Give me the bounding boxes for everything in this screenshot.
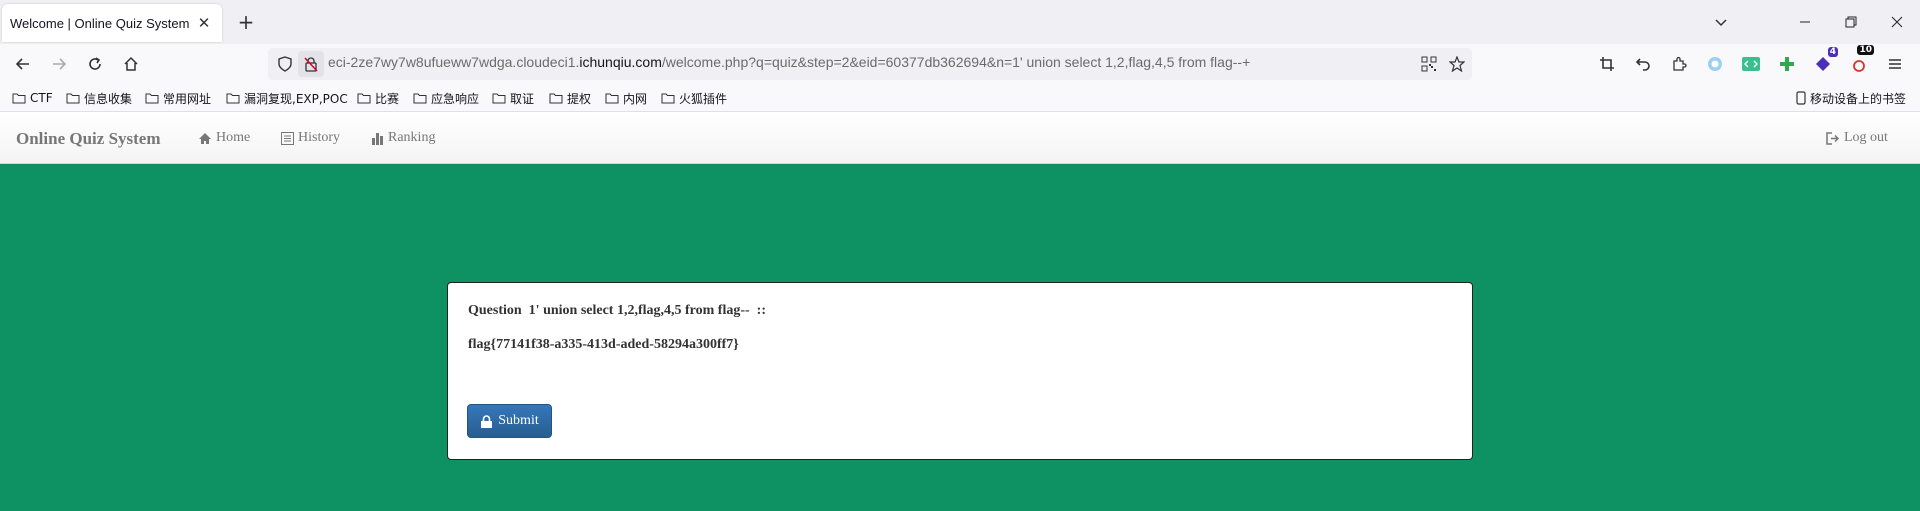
submit-label: Submit	[498, 413, 539, 428]
bookmark-folder[interactable]: CTF	[12, 88, 53, 108]
green-plus-extension-icon[interactable]	[1774, 51, 1800, 77]
folder-icon	[413, 93, 427, 104]
bookmark-folder[interactable]: 提权	[549, 88, 591, 108]
folder-icon	[492, 93, 506, 104]
circle-extension-icon[interactable]	[1702, 51, 1728, 77]
bookmark-folder[interactable]: 取证	[492, 88, 534, 108]
list-alt-icon	[281, 131, 294, 145]
browser-tab[interactable]: Welcome | Online Quiz System ✕	[2, 4, 222, 42]
mobile-phone-icon	[1796, 91, 1806, 105]
code-extension-icon[interactable]	[1738, 51, 1764, 77]
bookmark-folder[interactable]: 比赛	[357, 88, 399, 108]
forward-arrow-icon[interactable]	[46, 51, 72, 77]
folder-icon	[12, 93, 26, 104]
purple-extension-icon[interactable]: 4	[1810, 47, 1838, 77]
bookmark-folder[interactable]: 火狐插件	[661, 88, 727, 108]
bookmark-star-icon[interactable]	[1444, 51, 1470, 77]
question-text: Question 1' union select 1,2,flag,4,5 fr…	[468, 303, 766, 318]
reload-icon[interactable]	[82, 51, 108, 77]
stats-bar-icon	[372, 132, 383, 145]
qr-code-icon[interactable]	[1416, 51, 1442, 77]
restore-icon[interactable]	[1836, 8, 1866, 36]
folder-icon	[66, 93, 80, 104]
url-text[interactable]: eci-2ze7wy7w8ufueww7wdga.cloudeci1.ichun…	[328, 54, 1250, 70]
bookmark-folder[interactable]: 内网	[605, 88, 647, 108]
nav-home-link[interactable]: Home	[198, 130, 250, 146]
folder-icon	[145, 93, 159, 104]
shield-icon[interactable]	[272, 51, 298, 77]
folder-icon	[357, 93, 371, 104]
minimize-icon[interactable]	[1790, 8, 1820, 36]
lock-icon	[481, 414, 493, 428]
nav-logout-link[interactable]: Log out	[1826, 130, 1888, 146]
extension-badge: 4	[1827, 47, 1838, 57]
log-out-icon	[1826, 131, 1840, 145]
answer-option-text: flag{77141f38-a335-413d-aded-58294a300ff…	[468, 337, 739, 352]
submit-button[interactable]: Submit	[467, 404, 552, 438]
undo-icon[interactable]	[1630, 51, 1656, 77]
insecure-lock-icon[interactable]	[298, 51, 324, 77]
nav-history-link[interactable]: History	[281, 130, 340, 146]
tab-list-chevron-icon[interactable]	[1706, 8, 1736, 36]
site-brand[interactable]: Online Quiz System	[16, 129, 161, 149]
nav-ranking-link[interactable]: Ranking	[371, 130, 435, 146]
extension-badge: 10	[1857, 45, 1874, 55]
tab-close-icon[interactable]: ✕	[194, 13, 214, 33]
bookmark-folder[interactable]: 信息收集	[66, 88, 132, 108]
bookmark-folder[interactable]: 应急响应	[413, 88, 479, 108]
close-window-icon[interactable]	[1882, 8, 1912, 36]
new-tab-icon[interactable]: +	[234, 10, 258, 34]
bookmark-folder[interactable]: 漏洞复现,EXP,POC	[226, 88, 348, 108]
home-icon[interactable]	[118, 51, 144, 77]
puzzle-extension-icon[interactable]	[1666, 51, 1692, 77]
home-icon	[199, 132, 211, 144]
red-extension-icon[interactable]: 10	[1846, 45, 1874, 77]
back-arrow-icon[interactable]	[10, 51, 36, 77]
mobile-bookmarks[interactable]: 移动设备上的书签	[1796, 88, 1906, 108]
folder-icon	[661, 93, 675, 104]
browser-tab-bar	[0, 0, 1920, 44]
folder-icon	[549, 93, 563, 104]
bookmark-folder[interactable]: 常用网址	[145, 88, 211, 108]
menu-hamburger-icon[interactable]	[1882, 51, 1908, 77]
folder-icon	[226, 93, 240, 104]
crop-icon[interactable]	[1594, 51, 1620, 77]
folder-icon	[605, 93, 619, 104]
tab-title: Welcome | Online Quiz System	[10, 15, 190, 31]
